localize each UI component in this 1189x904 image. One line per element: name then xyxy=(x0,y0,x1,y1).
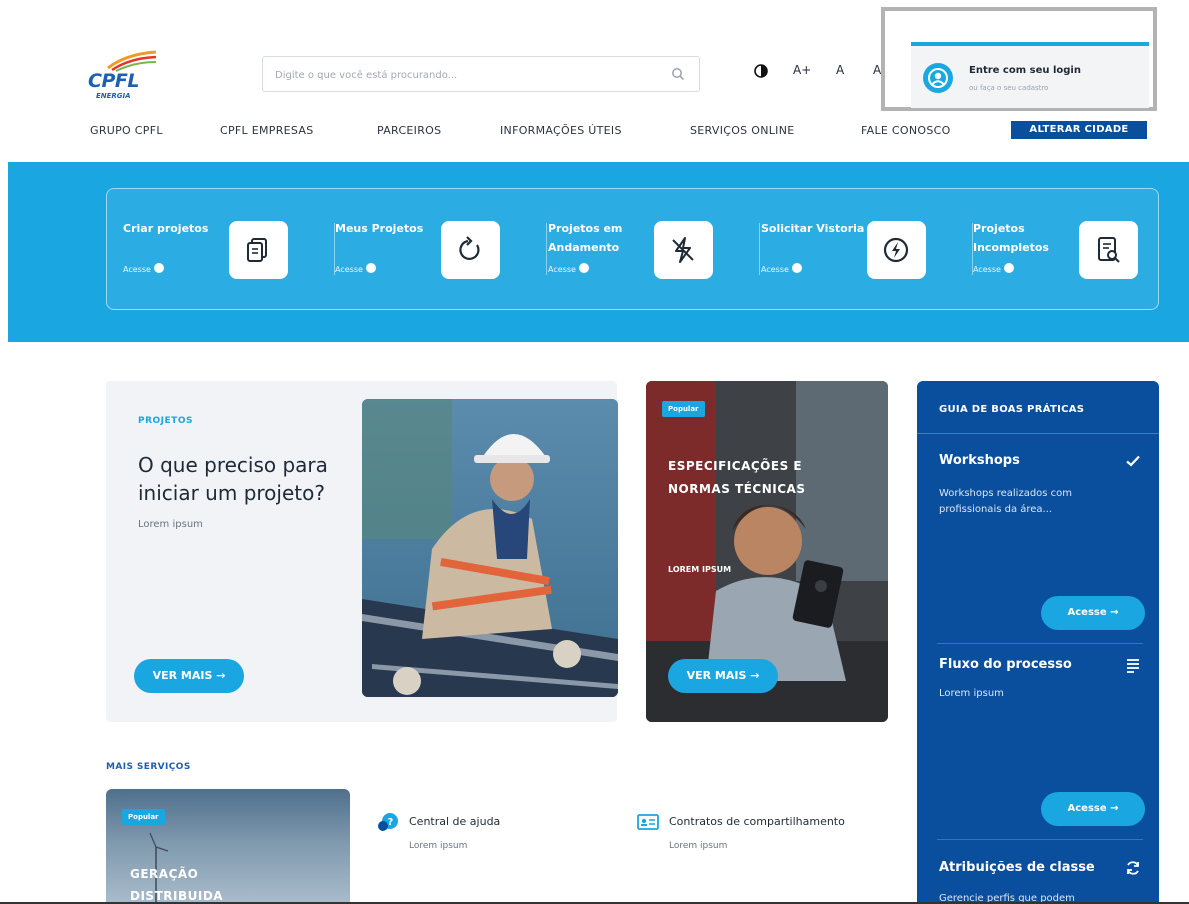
nav-grupo-cpfl[interactable]: GRUPO CPFL xyxy=(90,124,163,137)
login-highlight: Entre com seu login ou faça o seu cadast… xyxy=(881,7,1157,111)
action-label: Solicitar Vistoria xyxy=(761,222,865,235)
action-tile[interactable] xyxy=(1079,221,1138,279)
service-description: Lorem ipsum xyxy=(409,841,468,851)
action-tile[interactable] xyxy=(867,221,926,279)
svg-text:?: ? xyxy=(388,817,394,828)
service-title: Contratos de compartilhamento xyxy=(669,815,845,828)
projects-card: PROJETOS O que preciso para iniciar um p… xyxy=(106,381,618,722)
nav-cpfl-empresas[interactable]: CPFL EMPRESAS xyxy=(220,124,314,137)
specs-subtitle: LOREM IPSUM xyxy=(668,565,732,574)
bolt-off-icon xyxy=(672,237,694,263)
documents-icon xyxy=(247,238,267,262)
divider xyxy=(917,433,1159,434)
action-solicitar-vistoria[interactable]: Solicitar Vistoria Acesse xyxy=(761,189,973,311)
action-label: Projetos Incompletos xyxy=(973,222,1049,254)
cpfl-logo[interactable]: CPFL ENERGIA xyxy=(84,50,164,106)
arrow-circle-icon xyxy=(365,263,376,273)
refresh-icon xyxy=(459,236,480,260)
document-search-icon xyxy=(1098,237,1120,263)
action-criar-projetos[interactable]: Criar projetos Acesse xyxy=(123,189,335,311)
guide-item-title: Workshops xyxy=(939,453,1020,468)
guide-heading: GUIA DE BOAS PRÁTICAS xyxy=(939,404,1085,415)
action-link[interactable]: Acesse xyxy=(548,263,589,274)
change-city-button[interactable]: ALTERAR CIDADE xyxy=(1011,121,1147,139)
projects-see-more-button[interactable]: VER MAIS → xyxy=(134,659,244,693)
service-description: Lorem ipsum xyxy=(669,841,728,851)
guide-flow-button[interactable]: Acesse → xyxy=(1041,792,1145,826)
solar-worker-illustration xyxy=(362,399,618,697)
action-meus-projetos[interactable]: Meus Projetos Acesse xyxy=(335,189,547,311)
font-increase-button[interactable]: A+ xyxy=(793,63,811,77)
solar-worker-photo xyxy=(362,399,618,697)
guide-workshops-button[interactable]: Acesse → xyxy=(1041,596,1145,630)
action-link[interactable]: Acesse xyxy=(761,263,802,274)
best-practices-guide: GUIA DE BOAS PRÁTICAS Workshops Workshop… xyxy=(917,381,1159,904)
logo-text: CPFL xyxy=(88,70,139,92)
more-services-heading: MAIS SERVIÇOS xyxy=(106,762,191,772)
search-icon[interactable] xyxy=(671,67,685,81)
action-tile[interactable] xyxy=(654,221,713,279)
guide-item-description: Lorem ipsum xyxy=(939,688,1004,699)
arrow-circle-icon xyxy=(1003,263,1014,273)
specs-card[interactable]: Popular ESPECIFICAÇÕES E NORMAS TÉCNICAS… xyxy=(646,381,888,722)
divider xyxy=(759,223,760,275)
contrast-toggle-icon[interactable] xyxy=(754,64,768,78)
action-link[interactable]: Acesse xyxy=(123,263,164,274)
action-label: Projetos em Andamento xyxy=(548,222,623,254)
user-avatar-icon xyxy=(923,63,953,93)
arrow-circle-icon xyxy=(791,263,802,273)
guide-item-title: Fluxo do processo xyxy=(939,657,1072,672)
specs-title: ESPECIFICAÇÕES E NORMAS TÉCNICAS xyxy=(668,459,806,496)
divider xyxy=(937,839,1143,840)
specs-see-more-button[interactable]: VER MAIS → xyxy=(668,659,778,693)
distributed-generation-title: GERAÇÃO DISTRIBUIDA xyxy=(130,867,224,903)
sync-icon xyxy=(1127,861,1139,875)
logo-subtext: ENERGIA xyxy=(96,92,131,100)
quick-actions-band: Criar projetos Acesse Meus Projetos Aces… xyxy=(8,162,1189,342)
search-input[interactable] xyxy=(275,65,655,85)
search-bar xyxy=(262,56,700,92)
service-title: Central de ajuda xyxy=(409,815,501,828)
divider xyxy=(937,643,1143,644)
guide-item-title: Atribuições de classe xyxy=(939,860,1095,875)
action-label: Meus Projetos xyxy=(335,222,424,235)
divider xyxy=(546,223,547,275)
login-card[interactable]: Entre com seu login ou faça o seu cadast… xyxy=(911,42,1149,108)
login-subtitle[interactable]: ou faça o seu cadastro xyxy=(969,84,1048,92)
list-icon xyxy=(1127,659,1139,673)
font-default-button[interactable]: A xyxy=(836,63,844,77)
logo-swoosh-icon xyxy=(107,50,157,72)
action-tile[interactable] xyxy=(229,221,288,279)
contract-card-icon xyxy=(637,814,659,830)
distributed-generation-card[interactable]: Popular GERAÇÃO DISTRIBUIDA xyxy=(106,789,350,904)
popular-badge: Popular xyxy=(122,809,165,825)
projects-description: Lorem ipsum xyxy=(138,519,203,530)
action-tile[interactable] xyxy=(441,221,500,279)
nav-informacoes-uteis[interactable]: INFORMAÇÕES ÚTEIS xyxy=(500,124,622,137)
nav-fale-conosco[interactable]: FALE CONOSCO xyxy=(861,124,951,137)
nav-parceiros[interactable]: PARCEIROS xyxy=(377,124,441,137)
projects-tag: PROJETOS xyxy=(138,416,193,426)
nav-servicos-online[interactable]: SERVIÇOS ONLINE xyxy=(690,124,795,137)
check-icon xyxy=(1126,455,1140,467)
login-title: Entre com seu login xyxy=(969,65,1081,76)
guide-item-description: Workshops realizados com profissionais d… xyxy=(939,488,1073,515)
action-label: Criar projetos xyxy=(123,222,209,235)
quick-actions-panel: Criar projetos Acesse Meus Projetos Aces… xyxy=(106,188,1159,310)
action-link[interactable]: Acesse xyxy=(335,263,376,274)
help-chat-icon: ? xyxy=(378,813,398,831)
action-projetos-incompletos[interactable]: Projetos Incompletos Acesse xyxy=(973,189,1185,311)
action-projetos-em-andamento[interactable]: Projetos em Andamento Acesse xyxy=(548,189,760,311)
action-link[interactable]: Acesse xyxy=(973,263,1014,274)
arrow-circle-icon xyxy=(153,263,164,273)
projects-title: O que preciso para iniciar um projeto? xyxy=(138,453,328,505)
arrow-circle-icon xyxy=(578,263,589,273)
bolt-circle-icon xyxy=(883,237,909,263)
popular-badge: Popular xyxy=(662,401,705,417)
